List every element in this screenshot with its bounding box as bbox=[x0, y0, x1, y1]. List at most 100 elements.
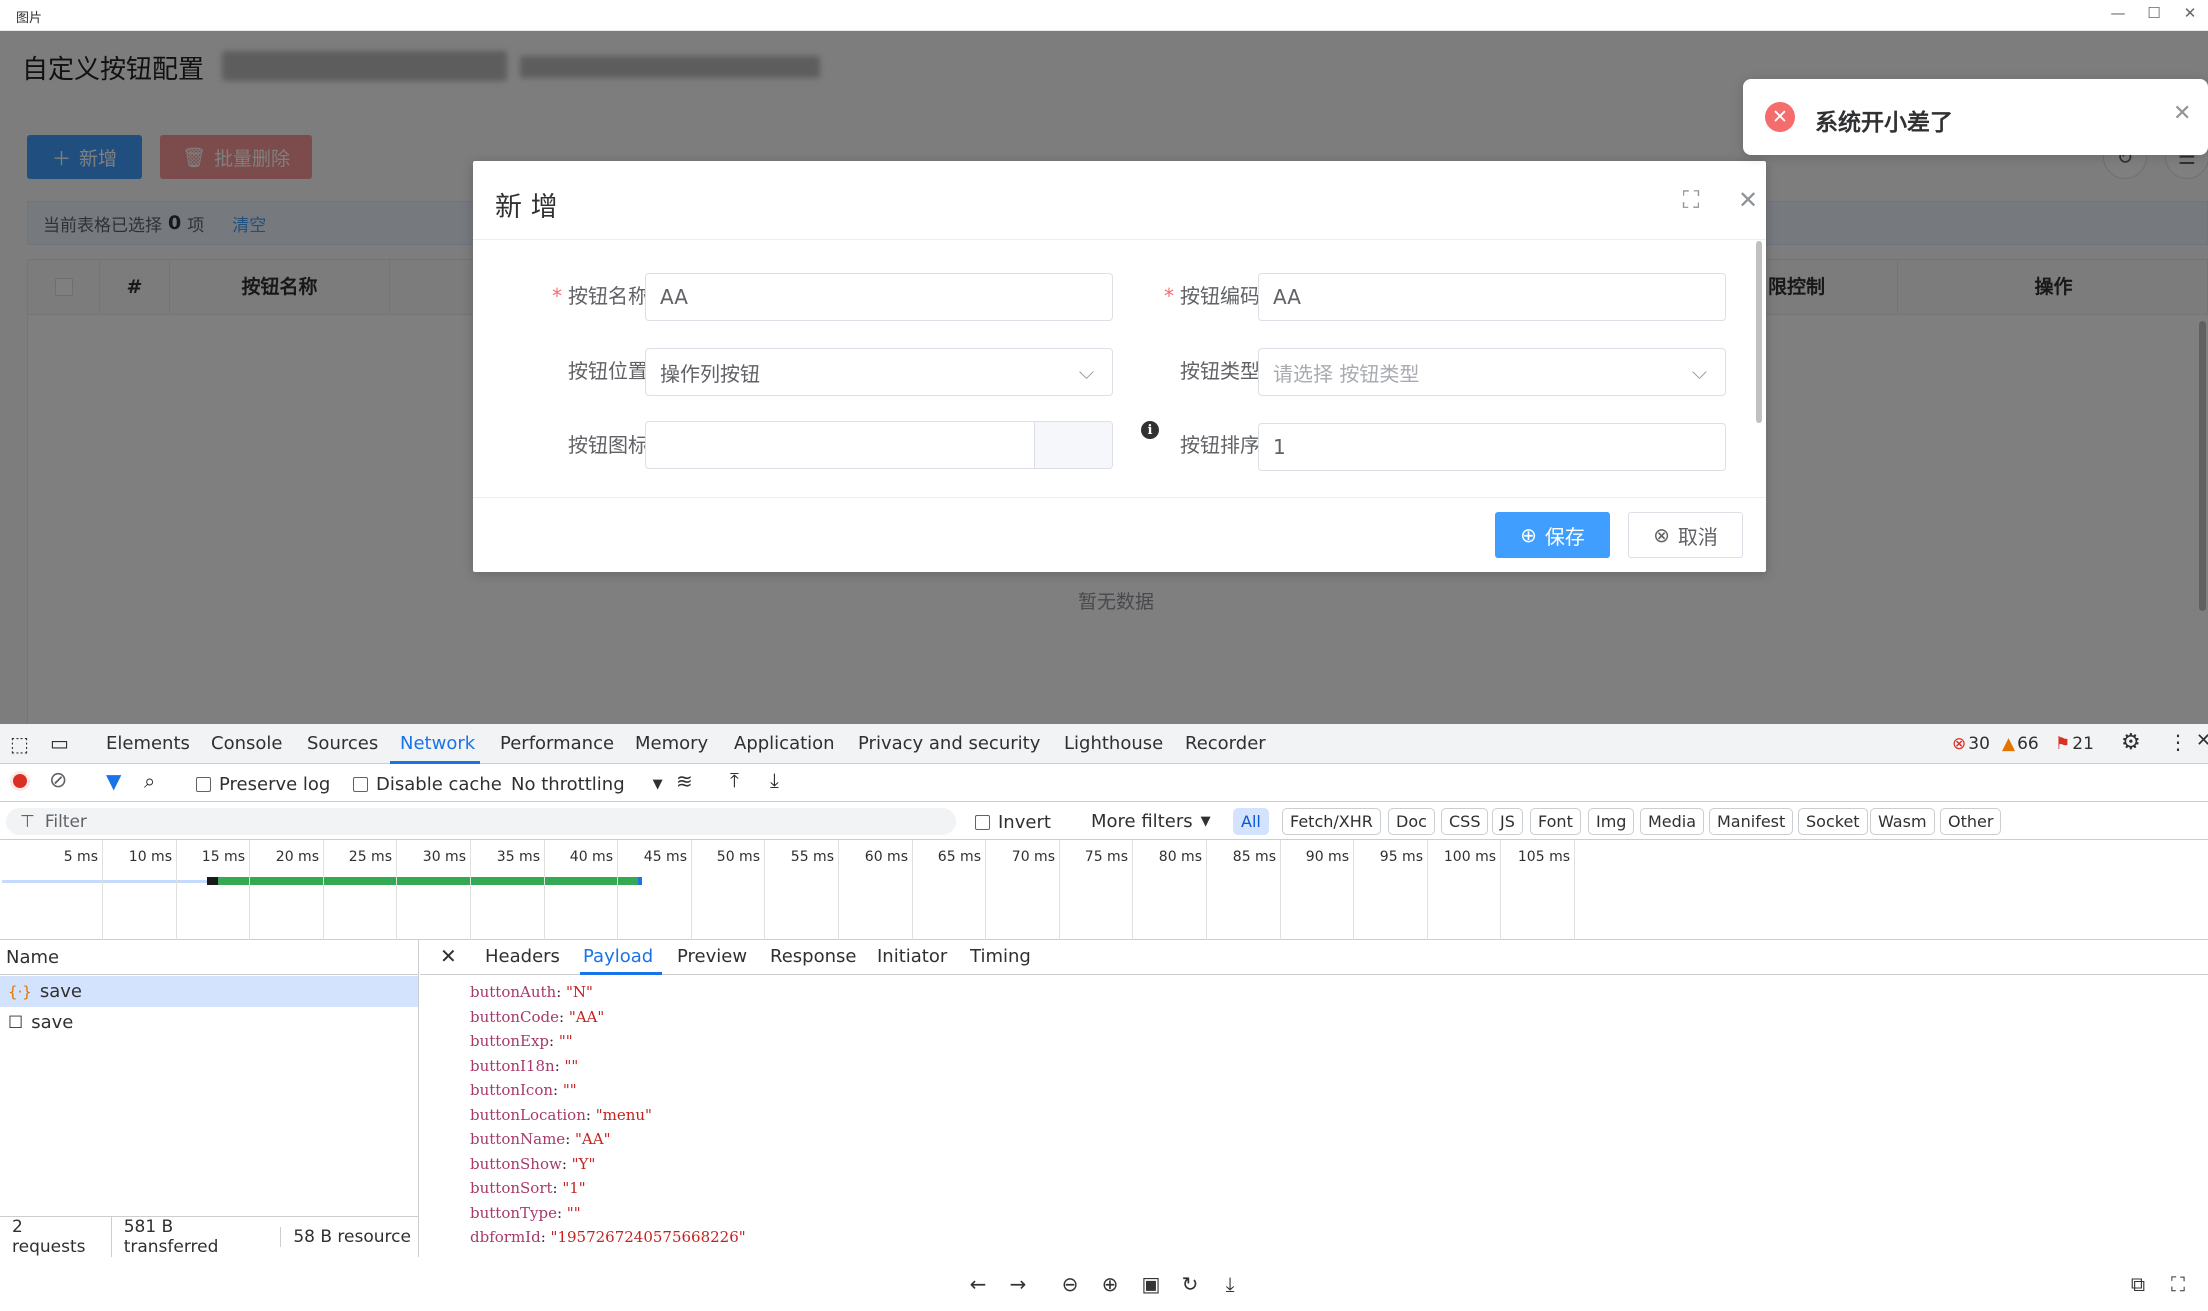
clear-icon[interactable]: ⊘ bbox=[49, 768, 67, 793]
zoom-in-icon[interactable]: ⊕ bbox=[1097, 1271, 1123, 1297]
tab-memory[interactable]: Memory bbox=[635, 733, 708, 754]
filter-chip-wasm[interactable]: Wasm bbox=[1870, 808, 1935, 835]
disable-cache-checkbox[interactable] bbox=[353, 777, 368, 792]
tab-payload[interactable]: Payload bbox=[583, 946, 653, 967]
timeline-tick-label: 60 ms bbox=[864, 849, 908, 865]
warning-count-badge[interactable]: ▲ 66 bbox=[2002, 734, 2039, 754]
warning-icon: ▲ bbox=[2002, 734, 2016, 754]
download-icon[interactable]: ⤓ bbox=[1217, 1271, 1243, 1297]
timeline-tick-label: 90 ms bbox=[1305, 849, 1349, 865]
name-column-header[interactable]: Name bbox=[0, 940, 419, 975]
timeline-tick-label: 65 ms bbox=[937, 849, 981, 865]
request-name: save bbox=[31, 1012, 74, 1033]
tab-network[interactable]: Network bbox=[400, 733, 475, 754]
more-options-icon[interactable]: ⋮ bbox=[2168, 730, 2188, 754]
timeline-tick-label: 45 ms bbox=[643, 849, 687, 865]
preserve-log-toggle[interactable]: Preserve log bbox=[196, 774, 330, 795]
filter-chip-js[interactable]: JS bbox=[1492, 808, 1523, 835]
invert-toggle[interactable]: Invert bbox=[975, 812, 1051, 833]
filter-chip-media[interactable]: Media bbox=[1640, 808, 1705, 835]
filter-icon: ⊤ bbox=[20, 811, 35, 832]
export-har-icon[interactable]: ⤓ bbox=[770, 768, 779, 792]
next-icon[interactable]: → bbox=[1005, 1271, 1031, 1297]
tab-privacy[interactable]: Privacy and security bbox=[858, 733, 1040, 754]
tab-console[interactable]: Console bbox=[211, 733, 282, 754]
previous-icon[interactable]: ← bbox=[965, 1271, 991, 1297]
tab-performance[interactable]: Performance bbox=[500, 733, 614, 754]
tab-timing[interactable]: Timing bbox=[970, 946, 1031, 967]
fullscreen-icon[interactable]: ⛶ bbox=[1674, 183, 1708, 217]
maximize-icon[interactable]: ☐ bbox=[2136, 2, 2172, 24]
request-name: save bbox=[39, 981, 82, 1002]
tab-lighthouse[interactable]: Lighthouse bbox=[1064, 733, 1163, 754]
rotate-icon[interactable]: ↻ bbox=[1177, 1271, 1203, 1297]
timeline-tick-label: 35 ms bbox=[496, 849, 540, 865]
device-toolbar-icon[interactable]: ▭ bbox=[50, 731, 69, 755]
invert-checkbox[interactable] bbox=[975, 815, 990, 830]
search-icon[interactable]: ⌕ bbox=[144, 769, 155, 793]
fit-screen-icon[interactable]: ⛶ bbox=[2165, 1271, 2191, 1297]
save-button[interactable]: ⊕ 保存 bbox=[1495, 512, 1610, 558]
actual-size-icon[interactable]: ▣ bbox=[1138, 1271, 1164, 1297]
dialog-scrollbar[interactable] bbox=[1756, 241, 1762, 423]
tab-recorder[interactable]: Recorder bbox=[1185, 733, 1266, 754]
filter-funnel-icon[interactable]: ▼ bbox=[106, 769, 121, 793]
minimize-icon[interactable]: — bbox=[2100, 2, 2136, 24]
close-devtools-icon[interactable]: ✕ bbox=[2196, 730, 2208, 751]
filter-input[interactable]: ⊤ Filter bbox=[6, 808, 956, 835]
disable-cache-toggle[interactable]: Disable cache bbox=[353, 774, 502, 795]
info-icon[interactable]: i bbox=[1141, 421, 1159, 439]
button-sort-input[interactable]: 1 bbox=[1258, 423, 1726, 471]
tab-application[interactable]: Application bbox=[734, 733, 835, 754]
filter-chip-other[interactable]: Other bbox=[1940, 808, 2002, 835]
filter-chip-manifest[interactable]: Manifest bbox=[1709, 808, 1794, 835]
filter-chip-css[interactable]: CSS bbox=[1441, 808, 1489, 835]
tab-response[interactable]: Response bbox=[770, 946, 856, 967]
filter-chip-all[interactable]: All bbox=[1233, 808, 1269, 835]
issues-count-badge[interactable]: ⚑ 21 bbox=[2055, 734, 2094, 754]
inspect-element-icon[interactable]: ⬚ bbox=[10, 732, 29, 756]
record-icon[interactable] bbox=[10, 771, 30, 791]
request-row[interactable]: ☐ save bbox=[0, 1007, 418, 1038]
import-har-icon[interactable]: ⤒ bbox=[730, 768, 739, 792]
toast-close-icon[interactable]: ✕ bbox=[2173, 101, 2191, 126]
throttling-select[interactable]: No throttling ▼ bbox=[511, 774, 663, 795]
filter-chip-font[interactable]: Font bbox=[1530, 808, 1581, 835]
icon-picker-append[interactable] bbox=[1034, 422, 1112, 468]
error-count-badge[interactable]: ⊗ 30 bbox=[1952, 734, 1990, 754]
pin-icon[interactable]: ⧉ bbox=[2125, 1271, 2151, 1297]
payload-key: dbformId bbox=[470, 1228, 541, 1246]
timeline-tick-label: 5 ms bbox=[63, 849, 98, 865]
button-location-select[interactable]: 操作列按钮 ⌵ bbox=[645, 348, 1113, 396]
zoom-out-icon[interactable]: ⊖ bbox=[1057, 1271, 1083, 1297]
tab-preview[interactable]: Preview bbox=[677, 946, 747, 967]
timeline-tick-label: 105 ms bbox=[1517, 849, 1570, 865]
button-type-select[interactable]: 请选择 按钮类型 ⌵ bbox=[1258, 348, 1726, 396]
filter-chip-socket[interactable]: Socket bbox=[1798, 808, 1868, 835]
error-icon: ✕ bbox=[1765, 102, 1795, 132]
close-window-icon[interactable]: ✕ bbox=[2172, 2, 2208, 24]
tab-elements[interactable]: Elements bbox=[106, 733, 190, 754]
request-row[interactable]: {·} save bbox=[0, 976, 418, 1007]
tab-sources[interactable]: Sources bbox=[307, 733, 378, 754]
close-detail-icon[interactable]: ✕ bbox=[440, 944, 457, 968]
payload-value: "AA" bbox=[575, 1130, 611, 1148]
cancel-button[interactable]: ⊗ 取消 bbox=[1628, 512, 1743, 558]
settings-gear-icon[interactable]: ⚙ bbox=[2121, 730, 2141, 755]
payload-value: "AA" bbox=[568, 1007, 605, 1026]
more-filters-dropdown[interactable]: More filters ▼ bbox=[1091, 811, 1211, 832]
transferred-size: 581 B transferred bbox=[110, 1217, 281, 1257]
preserve-log-checkbox[interactable] bbox=[196, 777, 211, 792]
filter-chip-img[interactable]: Img bbox=[1588, 808, 1635, 835]
button-code-input[interactable]: AA bbox=[1258, 273, 1726, 321]
button-icon-input[interactable] bbox=[645, 421, 1113, 469]
network-overview-timeline[interactable]: 5 ms 10 ms 15 ms 20 ms 25 ms 30 ms 35 ms 40 ms 4… bbox=[0, 840, 2208, 940]
tab-headers[interactable]: Headers bbox=[485, 946, 560, 967]
timeline-tick-label: 75 ms bbox=[1084, 849, 1128, 865]
filter-chip-fetch-xhr[interactable]: Fetch/XHR bbox=[1282, 808, 1381, 835]
network-conditions-icon[interactable]: ≋ bbox=[676, 769, 693, 793]
button-name-input[interactable]: AA bbox=[645, 273, 1113, 321]
tab-initiator[interactable]: Initiator bbox=[877, 946, 947, 967]
close-icon[interactable]: ✕ bbox=[1731, 183, 1765, 217]
filter-chip-doc[interactable]: Doc bbox=[1388, 808, 1435, 835]
